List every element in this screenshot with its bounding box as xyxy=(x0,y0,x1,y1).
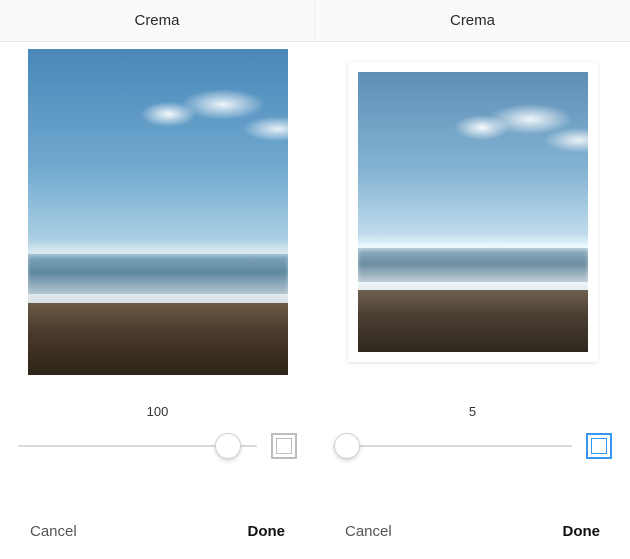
image-preview-area xyxy=(315,42,630,382)
filter-title: Crema xyxy=(315,0,630,42)
frame-toggle[interactable] xyxy=(271,433,297,459)
slider-value-label: 5 xyxy=(333,404,612,419)
filter-editor-left: Crema 100 Cancel Done xyxy=(0,0,315,559)
photo-preview[interactable] xyxy=(348,62,598,362)
filter-strength-slider[interactable] xyxy=(18,434,257,458)
image-preview-area xyxy=(0,42,315,382)
done-button[interactable]: Done xyxy=(563,523,601,540)
done-button[interactable]: Done xyxy=(248,523,286,540)
photo-preview[interactable] xyxy=(28,49,288,375)
filter-editor-right: Crema 5 Cancel Done xyxy=(315,0,630,559)
slider-thumb[interactable] xyxy=(215,433,241,459)
filter-title: Crema xyxy=(0,0,315,42)
cancel-button[interactable]: Cancel xyxy=(30,523,77,540)
bottom-bar: Cancel Done xyxy=(315,503,630,559)
bottom-bar: Cancel Done xyxy=(0,503,315,559)
filter-strength-slider[interactable] xyxy=(333,434,572,458)
slider-value-label: 100 xyxy=(18,404,297,419)
cancel-button[interactable]: Cancel xyxy=(345,523,392,540)
frame-toggle[interactable] xyxy=(586,433,612,459)
comparison-container: Crema 100 Cancel Done xyxy=(0,0,630,559)
controls: 100 Cancel Done xyxy=(0,382,315,559)
slider-thumb[interactable] xyxy=(334,433,360,459)
controls: 5 Cancel Done xyxy=(315,382,630,559)
